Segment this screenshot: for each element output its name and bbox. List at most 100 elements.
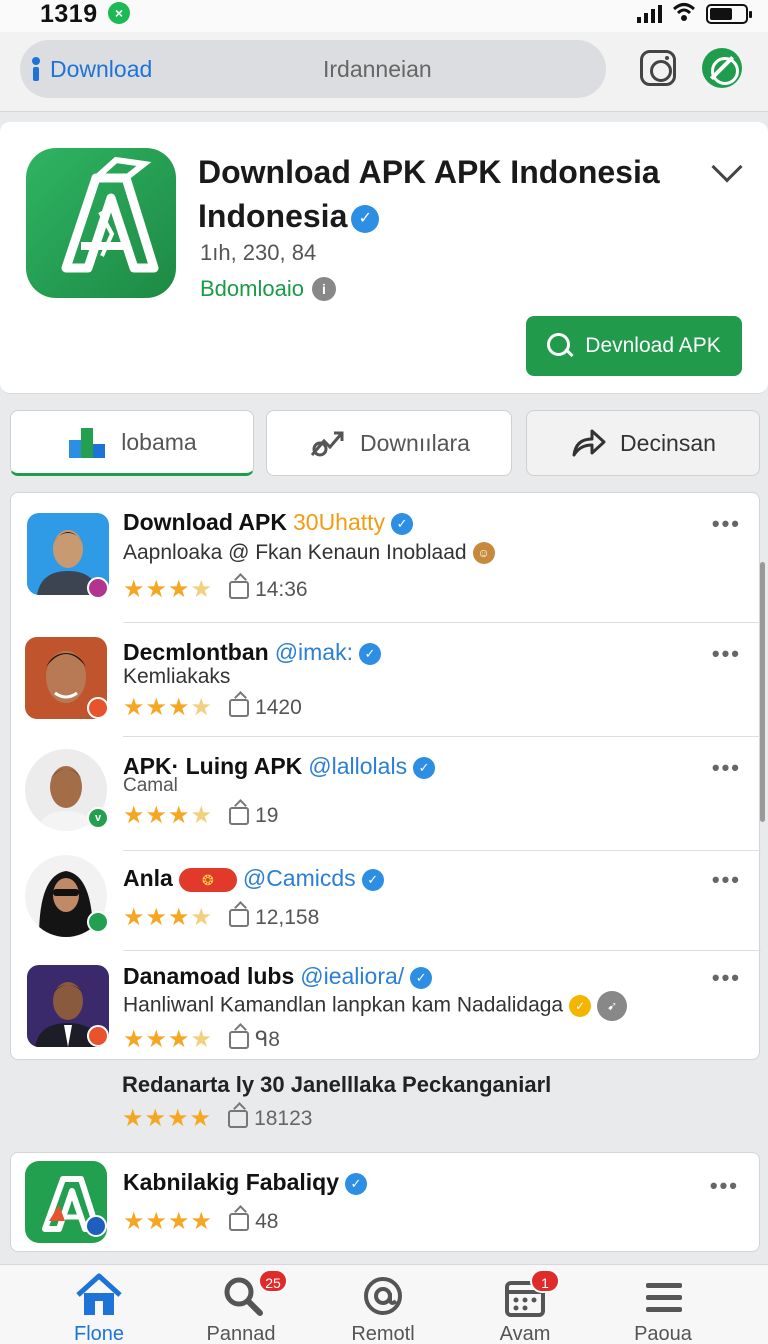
status-badge <box>87 577 109 599</box>
list-item[interactable]: Danamoad lubs @iealiora/ ✓ Hanliwanl Kaman… <box>11 951 761 1061</box>
row-meta: ★★★★ 19 <box>123 801 278 830</box>
extra-row-meta: ★★★★ 18123 <box>122 1104 312 1133</box>
search-input[interactable]: Irdanneian <box>323 56 432 83</box>
extra-row-title[interactable]: Redanarta ly 30 Janelllaka Peckanganiarl <box>122 1072 551 1098</box>
verified-icon: ✓ <box>351 204 380 233</box>
rating-stars: ★★★★ <box>123 1208 214 1235</box>
app-subtitle[interactable]: Bdomloaio <box>200 276 304 302</box>
home-outline-icon <box>229 1030 250 1049</box>
row-subtitle: Hanliwanl Kamandlan lanpkan kam Nadalida… <box>123 991 628 1021</box>
verified-icon: ✓ <box>413 756 436 779</box>
download-apk-button[interactable]: Devnload APK <box>526 316 742 376</box>
stars-filled: ★★★ <box>123 1026 191 1053</box>
home-outline-icon <box>229 908 250 927</box>
nav-label: Pannad <box>206 1323 276 1344</box>
verified-icon: ✓ <box>391 512 414 535</box>
rating-stars: ★★★★ <box>123 1025 213 1054</box>
app-badge-icon[interactable] <box>702 48 742 88</box>
row-name: Kabnilakig Fabaliqy ✓ <box>123 1169 367 1196</box>
more-icon[interactable]: ••• <box>710 1173 739 1199</box>
wifi-icon <box>672 2 696 26</box>
nav-remote[interactable]: Remotl <box>328 1265 438 1344</box>
list-item[interactable]: Anla ❂ @Camicds ✓ ★★★★ 12,158 ••• <box>11 851 761 951</box>
row-subtitle: Kemliakaks <box>123 665 231 688</box>
more-icon[interactable]: ••• <box>712 755 741 781</box>
reviewer-name: Download APK <box>123 509 287 535</box>
list-item[interactable]: v APK· Luing APK @lallolals ✓ Camal ★★★★ 1… <box>11 737 761 851</box>
row-name: Download APK 30Uhatty ✓ <box>123 509 414 536</box>
nav-label: Flone <box>73 1323 125 1344</box>
row-time: ᑫ8 <box>255 1028 280 1051</box>
row-name: Anla ❂ @Camicds ✓ <box>123 865 384 892</box>
flag-icon: ❂ <box>178 867 237 892</box>
row-name: Decmlontban @imak: ✓ <box>123 639 381 666</box>
stars-filled: ★★★ <box>123 576 191 603</box>
rating-stars: ★★★★ <box>123 575 213 604</box>
tab-lobama[interactable]: lobama <box>10 410 254 476</box>
reviewer-handle[interactable]: @imak: <box>275 639 353 665</box>
battery-icon <box>706 4 752 24</box>
row-name: Danamoad lubs @iealiora/ ✓ <box>123 963 433 990</box>
reviewer-handle[interactable]: @Camicds <box>243 865 356 891</box>
action-icon[interactable]: ➹ <box>597 991 628 1021</box>
camera-icon[interactable] <box>640 50 676 86</box>
app-logo-icon <box>26 148 176 298</box>
list-item[interactable]: Download APK 30Uhatty ✓ Aapnloaka @ Fkan K… <box>11 493 761 623</box>
row-meta: ★★★★ 14:36 <box>123 575 308 604</box>
stars-empty: ★ <box>190 694 214 721</box>
tab-label: Decinsan <box>620 429 716 456</box>
nav-calendar[interactable]: 1 Avam <box>470 1265 580 1344</box>
review-list: Download APK 30Uhatty ✓ Aapnloaka @ Fkan K… <box>10 492 761 1061</box>
stars-empty: ★ <box>190 904 214 931</box>
more-icon[interactable]: ••• <box>712 511 741 537</box>
menu-icon <box>646 1283 682 1312</box>
notification-badge: 25 <box>258 1269 288 1293</box>
row-meta: ★★★★ 48 <box>123 1207 278 1236</box>
scrollbar[interactable] <box>760 562 765 822</box>
nav-label: Remotl <box>351 1323 415 1344</box>
list-item[interactable]: Kabnilakig Fabaliqy ✓ ★★★★ 48 ••• <box>10 1152 760 1252</box>
home-icon <box>76 1273 122 1315</box>
tab-download[interactable]: Downıılara <box>266 410 512 476</box>
info-pin-icon <box>32 57 40 81</box>
app-header-card: Download APK APK Indonesia Indonesia ✓ 1ı… <box>0 122 768 394</box>
row-time: 12,158 <box>255 905 320 929</box>
reviewer-handle[interactable]: @lallolals <box>308 753 407 779</box>
nav-home[interactable]: Flone <box>44 1265 154 1344</box>
reviewer-handle[interactable]: 30Uhatty <box>293 509 385 535</box>
row-subtitle: Aapnloaka @ Fkan Kenaun Inoblaad ☺ <box>123 541 495 565</box>
verified-icon: ✓ <box>345 1172 367 1195</box>
check-badge-icon: ✓ <box>569 995 592 1017</box>
home-outline-icon <box>229 806 250 825</box>
reviewer-name: Anla <box>123 865 173 891</box>
search-bar[interactable]: Download Irdanneian <box>20 40 606 98</box>
nav-search[interactable]: 25 Pannad <box>186 1265 296 1344</box>
home-outline-icon <box>229 580 250 599</box>
more-icon[interactable]: ••• <box>712 965 741 991</box>
more-icon[interactable]: ••• <box>712 867 741 893</box>
more-icon[interactable]: ••• <box>712 641 741 667</box>
row-time: 18123 <box>254 1106 313 1130</box>
status-badge <box>87 1025 109 1047</box>
app-title-line2: Indonesia <box>198 198 348 234</box>
home-outline-icon <box>229 1212 250 1231</box>
reviewer-handle[interactable]: @iealiora/ <box>300 963 404 989</box>
notification-icon: × <box>108 2 130 24</box>
row-time: 14:36 <box>255 577 308 601</box>
signal-icon <box>637 5 662 23</box>
status-badge <box>87 911 109 933</box>
chevron-down-icon[interactable] <box>711 151 743 183</box>
tab-decinsan[interactable]: Decinsan <box>526 410 760 476</box>
stars-empty: ★ <box>190 802 214 829</box>
rating-stars: ★★★★ <box>123 693 213 722</box>
row-subtitle-text: Aapnloaka @ Fkan Kenaun Inoblaad <box>123 541 467 564</box>
chart-icon <box>69 428 106 458</box>
stars-filled: ★★★ <box>123 694 191 721</box>
stars-filled: ★★★ <box>123 904 191 931</box>
status-icons <box>637 2 752 26</box>
nav-label: Avam <box>499 1323 551 1344</box>
home-outline-icon <box>229 698 250 717</box>
nav-menu[interactable]: Paoua <box>608 1265 718 1344</box>
list-item[interactable]: Decmlontban @imak: ✓ Kemliakaks ★★★★ 1420 … <box>11 623 761 737</box>
info-icon[interactable]: i <box>311 277 336 301</box>
